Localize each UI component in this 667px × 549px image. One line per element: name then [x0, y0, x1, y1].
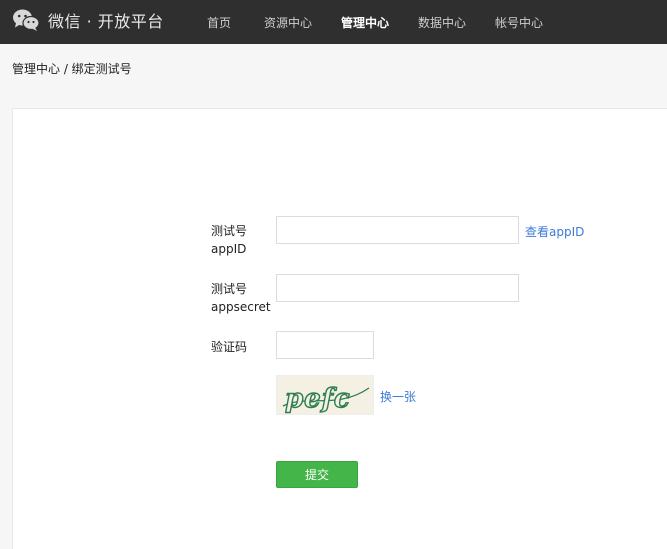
appsecret-label-line2: appsecret: [211, 300, 271, 314]
appid-label-line1: 测试号: [211, 224, 248, 238]
appid-label: 测试号 appID: [211, 222, 247, 258]
nav-item-data[interactable]: 数据中心: [418, 14, 466, 31]
captcha-text: pefc: [285, 384, 351, 414]
logo-text: 微信 · 开放平台: [48, 12, 164, 31]
appid-input[interactable]: [276, 216, 519, 244]
breadcrumb: 管理中心 / 绑定测试号: [12, 62, 132, 76]
captcha-label: 验证码: [211, 340, 248, 354]
nav-item-account[interactable]: 帐号中心: [495, 14, 543, 31]
nav-item-management[interactable]: 管理中心: [341, 14, 389, 31]
captcha-image[interactable]: pefc: [276, 375, 374, 415]
captcha-input[interactable]: [276, 331, 374, 359]
appsecret-label-line1: 测试号: [211, 282, 248, 296]
top-navbar: 微信 · 开放平台 首页 资源中心 管理中心 数据中心 帐号中心: [0, 0, 667, 44]
submit-button[interactable]: 提交: [276, 461, 358, 488]
appsecret-label: 测试号 appsecret: [211, 280, 271, 316]
wechat-logo-icon: [13, 9, 40, 31]
nav-item-resources[interactable]: 资源中心: [264, 14, 312, 31]
appid-label-line2: appID: [211, 242, 247, 256]
view-appid-link[interactable]: 查看appID: [525, 223, 584, 240]
logo[interactable]: 微信 · 开放平台: [12, 8, 164, 32]
appsecret-input[interactable]: [276, 274, 519, 302]
nav-item-home[interactable]: 首页: [207, 14, 231, 31]
captcha-graphic: pefc: [282, 383, 370, 414]
refresh-captcha-link[interactable]: 换一张: [380, 388, 416, 405]
